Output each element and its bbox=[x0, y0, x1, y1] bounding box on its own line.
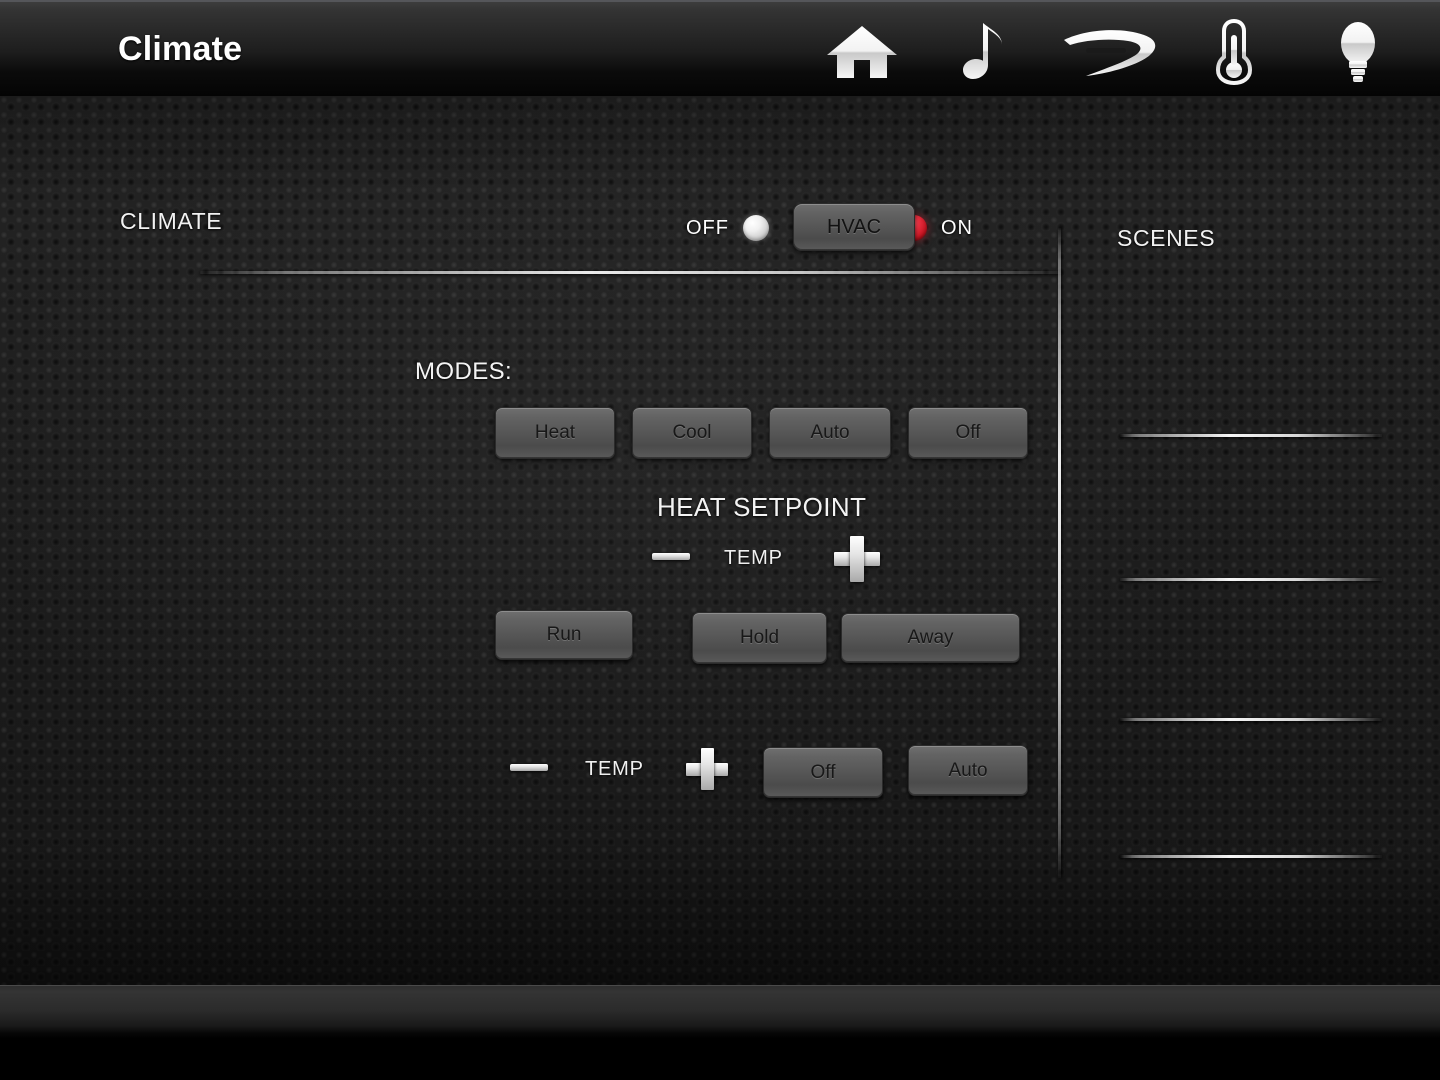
heat-setpoint-title: HEAT SETPOINT bbox=[657, 492, 867, 522]
hvac-on-label: ON bbox=[941, 216, 973, 239]
scene-row-divider-2[interactable] bbox=[1120, 578, 1382, 581]
fan-button-auto[interactable]: Auto bbox=[908, 745, 1028, 796]
scenes-vertical-divider bbox=[1058, 228, 1061, 878]
heat-setpoint-temp-label: TEMP bbox=[724, 547, 783, 569]
schedule-button-hold[interactable]: Hold bbox=[692, 612, 827, 664]
fan-button-off[interactable]: Off bbox=[763, 747, 883, 798]
title-bar: Climate bbox=[0, 0, 1440, 96]
climate-divider bbox=[200, 271, 1062, 274]
heat-setpoint-increase-button[interactable] bbox=[834, 536, 880, 582]
home-icon[interactable] bbox=[800, 16, 924, 88]
mode-button-cool[interactable]: Cool bbox=[632, 407, 752, 459]
hvac-off-label: OFF bbox=[686, 216, 729, 239]
scene-row-divider-4[interactable] bbox=[1120, 855, 1382, 858]
mode-button-heat[interactable]: Heat bbox=[495, 407, 615, 459]
scenes-section-title: SCENES bbox=[1117, 225, 1216, 251]
cool-setpoint-temp-label: TEMP bbox=[585, 758, 644, 780]
thermometer-icon[interactable] bbox=[1172, 16, 1296, 88]
mode-button-off[interactable]: Off bbox=[908, 407, 1028, 459]
schedule-button-run[interactable]: Run bbox=[495, 610, 633, 660]
bottom-bar bbox=[0, 985, 1440, 1080]
lightbulb-icon[interactable] bbox=[1296, 16, 1420, 88]
hvac-off-led[interactable] bbox=[743, 215, 769, 241]
scene-row-divider-3[interactable] bbox=[1120, 718, 1382, 721]
schedule-button-away[interactable]: Away bbox=[841, 613, 1020, 663]
mode-button-auto[interactable]: Auto bbox=[769, 407, 891, 459]
page-title: Climate bbox=[118, 30, 243, 68]
hvac-button[interactable]: HVAC bbox=[793, 203, 915, 251]
climate-section-title: CLIMATE bbox=[120, 208, 223, 234]
heat-setpoint-decrease-button[interactable] bbox=[652, 553, 690, 560]
bluray-icon[interactable] bbox=[1048, 16, 1172, 88]
music-note-icon[interactable] bbox=[924, 16, 1048, 88]
cool-setpoint-increase-button[interactable] bbox=[686, 748, 728, 790]
scene-row-divider-1[interactable] bbox=[1120, 434, 1382, 437]
climate-control-screen: Climate CLIMATE SCENES OFF ON HVAC MODES… bbox=[0, 0, 1440, 1080]
modes-label: MODES: bbox=[415, 358, 513, 385]
nav-icon-bar bbox=[800, 16, 1420, 88]
cool-setpoint-decrease-button[interactable] bbox=[510, 764, 548, 771]
